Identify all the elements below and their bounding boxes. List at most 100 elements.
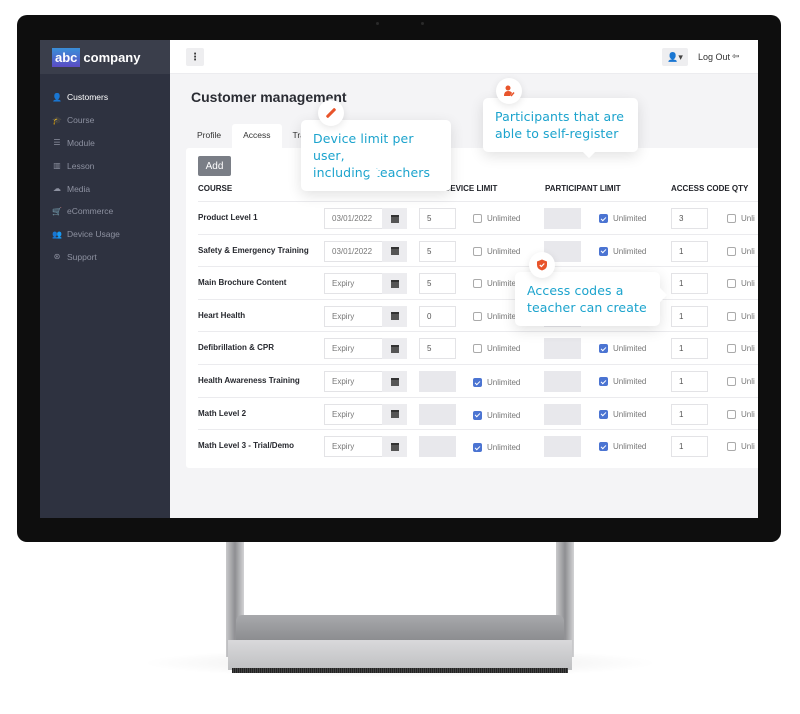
- device-unlimited-checkbox[interactable]: Unlimited: [473, 279, 520, 289]
- calendar-button[interactable]: [382, 273, 407, 295]
- device-unlimited-checkbox[interactable]: Unlimited: [473, 344, 521, 354]
- participant-limit-input[interactable]: [544, 436, 581, 458]
- calendar-button[interactable]: [382, 436, 407, 458]
- menu-toggle-button[interactable]: ⋮: [186, 48, 204, 66]
- tab-profile[interactable]: Profile: [186, 124, 232, 150]
- checkbox-icon: [599, 344, 608, 354]
- callout-access-line1: Access codes a: [527, 283, 624, 298]
- callout-participants-line1: Participants that are: [495, 109, 625, 124]
- list-icon: ☰: [53, 138, 61, 148]
- device-limit-input[interactable]: [419, 371, 456, 392]
- lifebuoy-icon: ⊛: [53, 252, 61, 262]
- table-row: Main Brochure Content Expiry 5 Unlimited…: [198, 266, 758, 299]
- device-limit-input[interactable]: [419, 436, 456, 458]
- calendar-button[interactable]: [382, 208, 407, 229]
- access-unlimited-checkbox[interactable]: Unli: [727, 344, 755, 354]
- sidebar-item-media[interactable]: ☁ Media: [40, 177, 170, 200]
- access-code-qty-input[interactable]: 1: [671, 305, 708, 327]
- participant-unlimited-checkbox[interactable]: Unlimited: [599, 409, 646, 419]
- sidebar-item-ecommerce[interactable]: 🛒 eCommerce: [40, 200, 170, 223]
- sidebar-item-module[interactable]: ☰ Module: [40, 132, 170, 155]
- expiry-date-input[interactable]: 03/01/2022: [324, 208, 382, 229]
- checkbox-label: Unlimited: [613, 442, 647, 452]
- expiry-date-input[interactable]: Expiry: [324, 273, 382, 295]
- device-limit-input[interactable]: 5: [419, 240, 456, 262]
- course-name: Health Awareness Training: [198, 376, 300, 385]
- shield-check-icon: [529, 252, 555, 278]
- participant-limit-input[interactable]: [544, 208, 581, 229]
- participant-unlimited-checkbox[interactable]: Unlimited: [599, 442, 647, 452]
- course-name: Heart Health: [198, 310, 246, 320]
- access-unlimited-checkbox[interactable]: Unli: [727, 409, 755, 419]
- device-limit-input[interactable]: 5: [419, 208, 456, 229]
- participant-limit-input[interactable]: [544, 371, 581, 392]
- expiry-date-input[interactable]: Expiry: [324, 436, 382, 458]
- device-limit-input[interactable]: 0: [419, 305, 456, 327]
- sidebar-item-support[interactable]: ⊛ Support: [40, 246, 170, 269]
- sidebar-item-lesson[interactable]: ▥ Lesson: [40, 154, 170, 177]
- table-row: Defibrillation & CPR Expiry 5 Unlimited …: [198, 331, 758, 364]
- participant-limit-input[interactable]: [544, 403, 581, 425]
- calendar-button[interactable]: [382, 403, 407, 425]
- checkbox-icon: [727, 377, 736, 386]
- user-menu-button[interactable]: 👤▾: [662, 48, 688, 66]
- access-unlimited-checkbox[interactable]: Unli: [727, 377, 755, 386]
- brand-logo[interactable]: abc company: [40, 40, 170, 74]
- course-name: Defibrillation & CPR: [198, 343, 275, 353]
- callout-access-codes: Access codes a teacher can create: [515, 272, 660, 326]
- expiry-date-input[interactable]: 03/01/2022: [324, 240, 382, 262]
- calendar-button[interactable]: [382, 338, 407, 360]
- expiry-date-input[interactable]: Expiry: [324, 305, 382, 327]
- checkbox-label: Unli: [741, 279, 755, 289]
- access-unlimited-checkbox[interactable]: Unli: [727, 442, 755, 452]
- sidebar-item-device-usage[interactable]: 👥 Device Usage: [40, 223, 170, 246]
- header-access-code-qty: ACCESS CODE QTY: [671, 184, 749, 193]
- checkbox-label: Unli: [741, 344, 755, 354]
- device-unlimited-checkbox[interactable]: Unlimited: [473, 311, 520, 321]
- calendar-button[interactable]: [382, 305, 407, 327]
- access-code-qty-input[interactable]: 1: [671, 403, 708, 425]
- access-code-qty-input[interactable]: 3: [671, 208, 708, 229]
- user-dropdown-icon: 👤▾: [667, 51, 683, 62]
- calendar-icon: [390, 247, 399, 256]
- logout-link[interactable]: Log Out ⇦: [698, 51, 740, 62]
- access-unlimited-checkbox[interactable]: Unli: [727, 279, 755, 289]
- device-unlimited-checkbox[interactable]: Unlimited: [473, 410, 520, 420]
- device-limit-input[interactable]: 5: [419, 273, 456, 295]
- participant-unlimited-checkbox[interactable]: Unlimited: [599, 214, 646, 223]
- participant-unlimited-checkbox[interactable]: Unlimited: [599, 377, 646, 386]
- checkbox-label: Unlimited: [613, 344, 647, 354]
- checkbox-label: Unlimited: [487, 344, 521, 354]
- device-unlimited-checkbox[interactable]: Unlimited: [473, 214, 520, 223]
- access-code-qty-input[interactable]: 1: [671, 273, 708, 295]
- expiry-date-input[interactable]: Expiry: [324, 338, 382, 360]
- access-unlimited-checkbox[interactable]: Unli: [727, 246, 755, 256]
- device-limit-input[interactable]: [419, 403, 456, 425]
- device-unlimited-checkbox[interactable]: Unlimited: [473, 443, 521, 453]
- expiry-date-input[interactable]: Expiry: [324, 371, 382, 392]
- access-code-qty-input[interactable]: 1: [671, 240, 708, 262]
- checkbox-label: Unli: [741, 311, 755, 321]
- add-button[interactable]: Add: [198, 156, 231, 176]
- access-code-qty-input[interactable]: 1: [671, 338, 708, 360]
- checkbox-icon: [473, 344, 482, 354]
- checkbox-label: Unlimited: [487, 214, 521, 223]
- calendar-button[interactable]: [382, 240, 407, 262]
- expiry-date-input[interactable]: Expiry: [324, 403, 382, 425]
- participant-limit-input[interactable]: [544, 338, 581, 360]
- access-code-qty-input[interactable]: 1: [671, 436, 708, 458]
- calendar-button[interactable]: [382, 371, 407, 392]
- sidebar-item-customers[interactable]: 👤 Customers: [40, 86, 170, 109]
- participant-unlimited-checkbox[interactable]: Unlimited: [599, 344, 647, 354]
- checkbox-label: Unlimited: [487, 443, 521, 453]
- access-unlimited-checkbox[interactable]: Unli: [727, 311, 755, 321]
- device-limit-input[interactable]: 5: [419, 338, 456, 360]
- sidebar-item-course[interactable]: 🎓 Course: [40, 109, 170, 132]
- device-unlimited-checkbox[interactable]: Unlimited: [473, 378, 520, 387]
- access-unlimited-checkbox[interactable]: Unli: [727, 214, 755, 223]
- device-unlimited-checkbox[interactable]: Unlimited: [473, 246, 520, 256]
- checkbox-icon: [727, 442, 736, 452]
- access-code-qty-input[interactable]: 1: [671, 371, 708, 392]
- tab-access[interactable]: Access: [232, 124, 282, 150]
- participant-unlimited-checkbox[interactable]: Unlimited: [599, 246, 646, 256]
